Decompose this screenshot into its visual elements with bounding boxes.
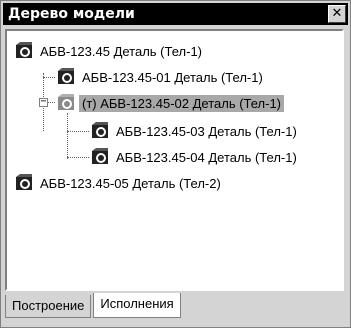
- tree-item-4[interactable]: АБВ-123.45-04 Деталь (Тел-1): [91, 147, 300, 167]
- tree-item-label: АБВ-123.45-01 Деталь (Тел-1): [82, 69, 263, 85]
- tree-line: [67, 113, 68, 159]
- tree-line: [43, 77, 55, 78]
- tree-item-label: АБВ-123.45-03 Деталь (Тел-1): [116, 123, 297, 139]
- collapse-toggle[interactable]: −: [39, 96, 48, 107]
- tab-construction[interactable]: Построение: [5, 295, 92, 318]
- part-icon-gray: [57, 94, 75, 112]
- tree-line: [67, 157, 89, 158]
- tree-item-5[interactable]: АБВ-123.45-05 Деталь (Тел-2): [15, 173, 224, 193]
- panel-titlebar[interactable]: Дерево модели ✕: [3, 3, 348, 25]
- part-icon: [15, 42, 33, 60]
- close-button[interactable]: ✕: [328, 5, 346, 23]
- tree-item-1[interactable]: АБВ-123.45-01 Деталь (Тел-1): [57, 67, 266, 87]
- tree-item-label: АБВ-123.45-04 Деталь (Тел-1): [116, 149, 297, 165]
- close-icon: ✕: [331, 6, 343, 21]
- tree-item-label: АБВ-123.45 Деталь (Тел-1): [40, 43, 202, 59]
- tree-item-0[interactable]: АБВ-123.45 Деталь (Тел-1): [15, 41, 205, 61]
- minus-icon: −: [40, 96, 47, 107]
- tree-view[interactable]: − АБВ-123.45 Деталь (Тел-1) АБВ-123.45-0…: [5, 29, 344, 291]
- part-icon: [57, 68, 75, 86]
- tab-variants[interactable]: Исполнения: [93, 293, 181, 318]
- part-icon: [91, 148, 109, 166]
- tree-item-3[interactable]: АБВ-123.45-03 Деталь (Тел-1): [91, 121, 300, 141]
- part-icon: [15, 174, 33, 192]
- tree-item-label: (т) АБВ-123.45-02 Деталь (Тел-1): [79, 94, 285, 112]
- part-icon: [91, 122, 109, 140]
- tree-line: [48, 102, 55, 103]
- panel-title: Дерево модели: [8, 6, 135, 22]
- model-tree-panel: Дерево модели ✕ − АБВ-123.45 Деталь (Тел…: [0, 0, 351, 328]
- tab-strip: Построение Исполнения: [5, 293, 181, 321]
- tree-line: [67, 131, 89, 132]
- tree-item-label: АБВ-123.45-05 Деталь (Тел-2): [40, 175, 221, 191]
- tree-item-2[interactable]: (т) АБВ-123.45-02 Деталь (Тел-1): [57, 93, 285, 113]
